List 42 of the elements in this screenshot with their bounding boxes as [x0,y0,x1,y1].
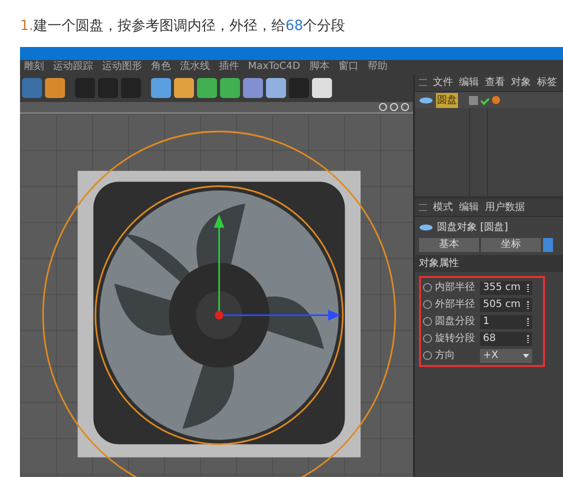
menu-item[interactable]: 插件 [219,61,239,73]
menu-item[interactable]: 编辑 [459,75,479,90]
menu-item[interactable]: 角色 [151,61,171,73]
grip-icon[interactable] [419,79,427,86]
field-label: 外部半径 [435,298,476,312]
disc-icon [419,224,433,231]
number-field[interactable]: 1 [480,314,532,328]
disc-icon [419,96,433,104]
menu-item[interactable]: 雕刻 [24,61,44,73]
menu-item[interactable]: 用户数据 [485,200,525,215]
object-title: 圆盘对象 [圆盘] [437,220,508,235]
number-field[interactable]: 505 cm [480,298,532,312]
object-name[interactable]: 圆盘 [436,92,458,108]
grip-icon[interactable] [419,204,427,211]
menu-item[interactable]: 文件 [433,75,453,90]
menu-item[interactable]: 脚本 [309,61,330,73]
section-heading: 对象属性 [415,255,563,272]
axis-gizmo-drawing[interactable] [214,214,341,321]
tab[interactable]: 坐标 [481,238,541,252]
menu-item[interactable]: 标签 [537,75,557,90]
field-label: 圆盘分段 [435,315,476,329]
tab[interactable]: 基本 [419,238,479,252]
layer-icon[interactable] [469,96,478,104]
menu-item[interactable]: MaxToC4D [248,61,300,73]
menu-item[interactable]: 对象 [511,75,531,90]
caret-icon [523,354,529,358]
menu-item[interactable]: 查看 [485,75,505,90]
menu-item[interactable]: 运动图形 [102,61,142,73]
step-instruction: 1.建一个圆盘，按参考图调内径，外径，给68个分段 [19,17,346,36]
direction-dropdown[interactable]: +X [480,348,532,362]
menu-item[interactable]: 运动跟踪 [53,61,93,73]
menu-item[interactable]: 编辑 [459,200,479,215]
number-field[interactable]: 355 cm [480,280,532,294]
field-label: 方向 [435,348,456,363]
tag-icon[interactable] [492,96,500,104]
menu-item[interactable]: 窗口 [338,61,358,73]
menu-item[interactable]: 流水线 [180,61,210,73]
number-field[interactable]: 68 [480,332,532,346]
menu-item[interactable]: 模式 [433,200,453,215]
menu-item[interactable]: 帮助 [367,61,388,73]
field-label: 内部半径 [435,280,476,295]
field-label: 旋转分段 [435,332,476,346]
